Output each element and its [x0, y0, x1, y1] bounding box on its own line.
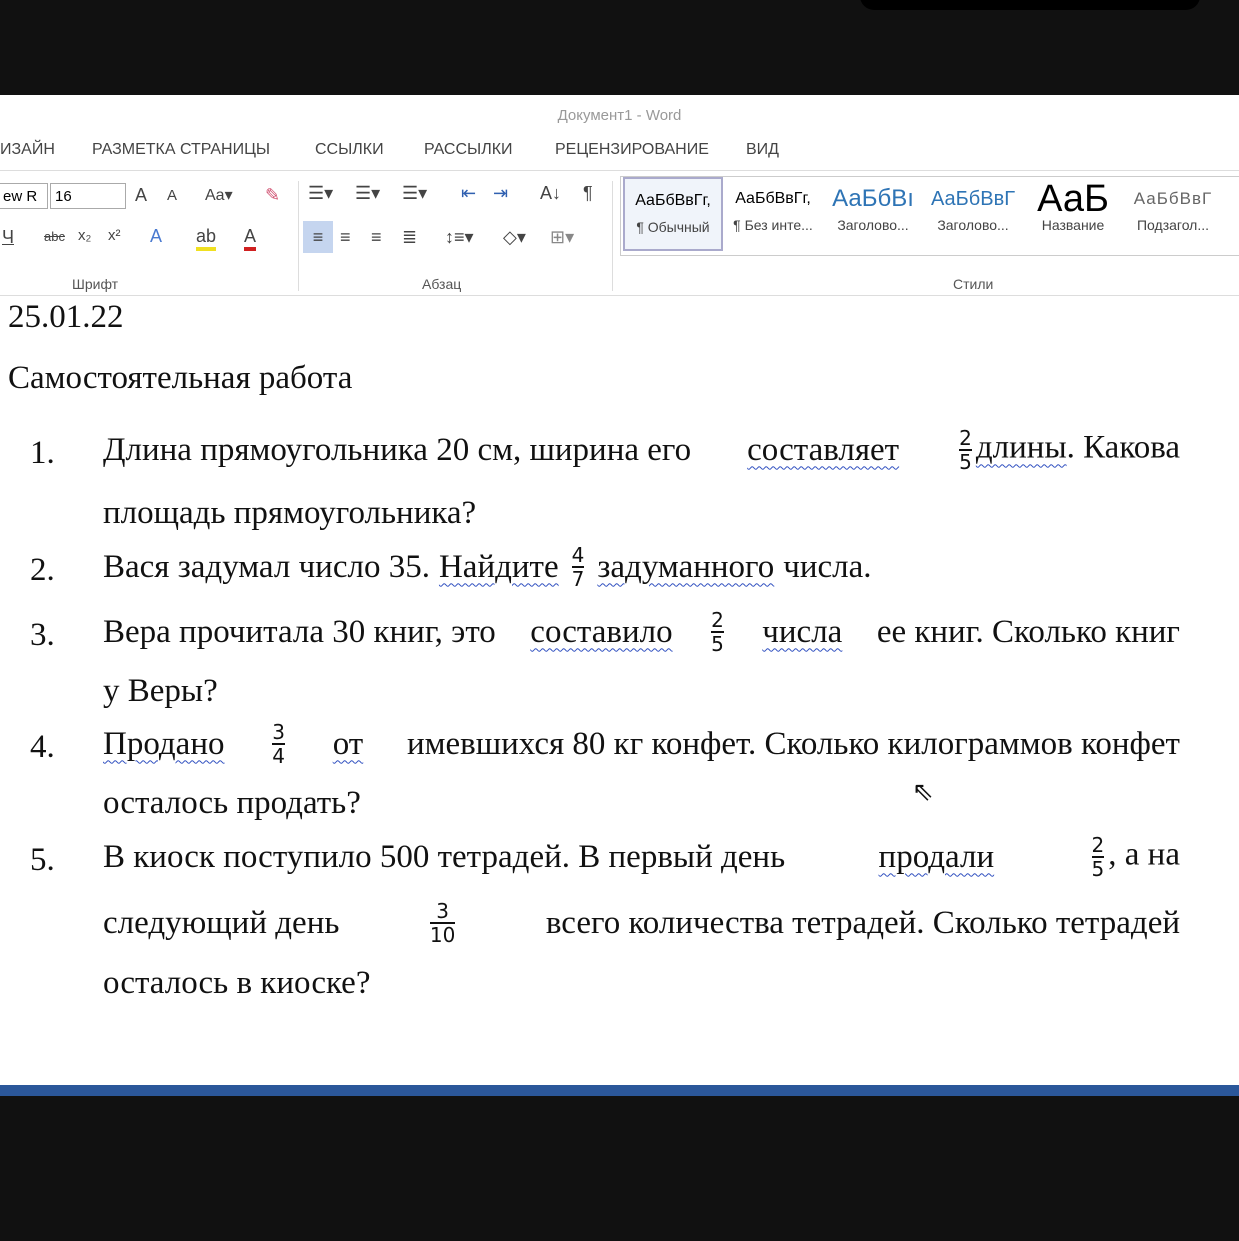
font-name-box[interactable]: ew R [0, 183, 48, 209]
text-effects-icon[interactable]: A [150, 226, 162, 247]
mouse-cursor-icon: ⇖ [912, 777, 934, 807]
subscript-icon[interactable]: x₂ [78, 227, 91, 244]
fraction: 25 [711, 608, 724, 656]
problem-4-line-2: осталось продать? [103, 785, 361, 821]
line-spacing-icon[interactable]: ↕≡▾ [445, 227, 474, 248]
style-no-spacing[interactable]: АаБбВвГг, ¶ Без инте... [723, 177, 823, 251]
problem-1-line-2: площадь прямоугольника? [103, 495, 477, 531]
problem-5-line-3: осталось в киоске? [103, 965, 371, 1001]
borders-icon[interactable]: ⊞▾ [550, 227, 574, 248]
clear-format-icon[interactable]: ✎ [265, 185, 280, 206]
styles-gallery: АаБбВвГг, ¶ Обычный АаБбВвГг, ¶ Без инте..… [620, 176, 1239, 256]
align-center-icon[interactable]: ≡ [340, 227, 351, 248]
tab-mailings[interactable]: РАССЫЛКИ [424, 141, 513, 159]
problem-3-line-1: Вера прочитала 30 книг, это составило 2 5 чи… [103, 608, 1180, 656]
decrease-indent-icon[interactable]: ⇤ [461, 183, 476, 204]
justify-icon[interactable]: ≣ [402, 227, 417, 248]
ribbon: ew R 16 A A Aa▾ ✎ Ч abc x₂ x² A ab A ☰▾ … [0, 170, 1239, 296]
numbering-icon[interactable]: ☰▾ [355, 183, 380, 204]
font-size-box[interactable]: 16 [50, 183, 126, 209]
shrink-font-icon[interactable]: A [167, 187, 177, 204]
strikethrough-icon[interactable]: abc [44, 229, 65, 244]
list-number: 4. [30, 729, 55, 765]
heading: Самостоятельная работа [8, 360, 353, 396]
problem-4-line-1: Продано 3 4 от имевшихся 80 кг конфет. Сколь… [103, 720, 1180, 768]
fraction: 25 [1091, 833, 1105, 881]
fraction: 3 10 [429, 899, 456, 947]
camera-notch [860, 0, 1200, 10]
problem-2: Вася задумал число 35. Найдите 4 7 задуманно… [103, 543, 872, 591]
tab-view[interactable]: ВИД [746, 141, 779, 159]
tab-review[interactable]: РЕЦЕНЗИРОВАНИЕ [555, 141, 709, 159]
change-case-icon[interactable]: Aa▾ [205, 185, 233, 205]
sort-icon[interactable]: A↓ [540, 183, 561, 204]
increase-indent-icon[interactable]: ⇥ [493, 183, 508, 204]
problem-3-line-2: у Веры? [103, 673, 218, 709]
list-number: 2. [30, 552, 55, 588]
highlight-icon[interactable]: ab [196, 226, 217, 251]
align-right-icon[interactable]: ≡ [371, 227, 382, 248]
word-window: Документ1 - Word ИЗАЙН РАЗМЕТКА СТРАНИЦЫ… [0, 95, 1239, 1085]
shading-icon[interactable]: ◇▾ [503, 227, 526, 248]
styles-group-label: Стили [953, 276, 994, 292]
tab-design[interactable]: ИЗАЙН [0, 141, 55, 159]
style-title[interactable]: АаБ Название [1023, 177, 1123, 251]
date: 25.01.22 [8, 299, 124, 335]
status-bar [0, 1085, 1239, 1096]
bullets-icon[interactable]: ☰▾ [308, 183, 333, 204]
grow-font-icon[interactable]: A [135, 185, 147, 206]
list-number: 1. [30, 435, 55, 471]
align-left-icon[interactable]: ≡ [303, 221, 333, 253]
tab-page-layout[interactable]: РАЗМЕТКА СТРАНИЦЫ [92, 141, 270, 159]
pilcrow-icon[interactable]: ¶ [583, 183, 593, 204]
problem-5-line-1: В киоск поступило 500 тетрадей. В первый… [103, 833, 1180, 881]
problem-1-line-1: Длина прямоугольника 20 см, ширина его со… [103, 426, 1180, 474]
list-number: 3. [30, 617, 55, 653]
superscript-icon[interactable]: x² [108, 227, 121, 244]
style-normal[interactable]: АаБбВвГг, ¶ Обычный [623, 177, 723, 251]
tab-references[interactable]: ССЫЛКИ [315, 141, 384, 159]
window-title: Документ1 - Word [557, 107, 682, 124]
font-color-icon[interactable]: A [244, 226, 257, 251]
problem-5-line-2: следующий день 3 10 всего количества тетрад… [103, 899, 1180, 947]
fraction: 47 [571, 543, 585, 591]
style-heading-1[interactable]: АаБбВı Заголово... [823, 177, 923, 251]
paragraph-group-label: Абзац [422, 276, 462, 292]
list-number: 5. [30, 842, 55, 878]
fraction: 34 [272, 720, 285, 768]
style-heading-2[interactable]: АаБбВвГ Заголово... [923, 177, 1023, 251]
font-group-label: Шрифт [72, 276, 119, 292]
style-subtitle[interactable]: АаБбВвГ Подзагол... [1123, 177, 1223, 251]
underline-icon[interactable]: Ч [2, 227, 14, 248]
multilevel-list-icon[interactable]: ☰▾ [402, 183, 427, 204]
fraction: 25 [959, 426, 972, 474]
